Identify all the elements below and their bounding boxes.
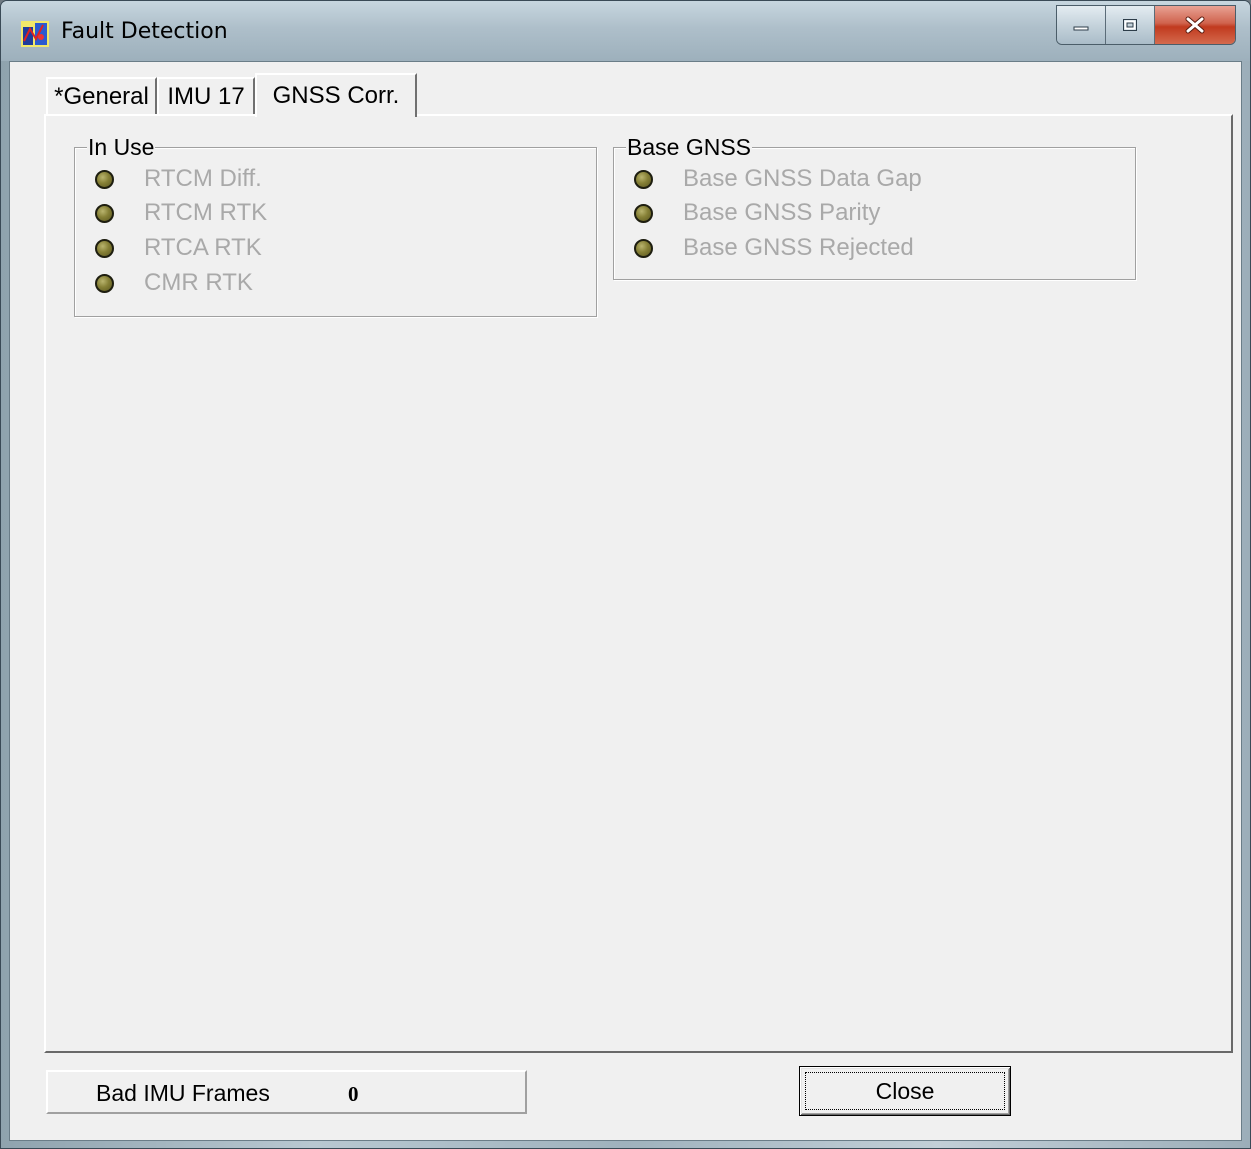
minimize-button[interactable] [1057, 6, 1106, 44]
caption-buttons [1056, 5, 1236, 45]
in-use-group-title: In Use [87, 134, 156, 160]
focus-rectangle [805, 1072, 1005, 1110]
indicator-base-gnss-parity: Base GNSS Parity [634, 198, 880, 228]
indicator-base-gnss-data-gap: Base GNSS Data Gap [634, 164, 922, 194]
status-led-icon [634, 169, 653, 189]
close-icon [1185, 16, 1205, 34]
application-icon[interactable] [21, 21, 49, 47]
status-led-icon [95, 203, 114, 223]
indicator-label: Base GNSS Data Gap [683, 165, 922, 192]
gnss-corr-tab-panel: In Use RTCM Diff. RTCM RTK RTCA RTK CMR … [44, 114, 1233, 1053]
maximize-button[interactable] [1106, 6, 1155, 44]
indicator-base-gnss-rejected: Base GNSS Rejected [634, 233, 914, 263]
maximize-icon [1123, 19, 1137, 31]
tab-gnss-corr-label: GNSS Corr. [272, 82, 400, 109]
tab-gnss-corr[interactable]: GNSS Corr. [255, 73, 417, 117]
in-use-group: In Use RTCM Diff. RTCM RTK RTCA RTK CMR … [74, 134, 597, 317]
tab-imu-17[interactable]: IMU 17 [157, 77, 255, 114]
indicator-label: RTCA RTK [144, 234, 262, 261]
base-gnss-group-title: Base GNSS [626, 134, 752, 160]
close-button[interactable]: Close [799, 1066, 1011, 1116]
indicator-label: RTCM RTK [144, 199, 268, 226]
indicator-label: Base GNSS Rejected [683, 234, 914, 261]
close-window-button[interactable] [1155, 6, 1235, 44]
indicator-cmr-rtk: CMR RTK [95, 268, 253, 298]
fault-detection-window: Fault Detection *General IMU 17 GNSS Cor… [0, 0, 1251, 1149]
indicator-label: Base GNSS Parity [683, 199, 881, 226]
indicator-rtca-rtk: RTCA RTK [95, 233, 262, 263]
tab-imu-17-label: IMU 17 [167, 82, 245, 110]
title-bar[interactable]: Fault Detection [1, 1, 1250, 61]
status-led-icon [634, 203, 653, 223]
base-gnss-group: Base GNSS Base GNSS Data Gap Base GNSS P… [613, 134, 1136, 280]
status-led-icon [95, 169, 114, 189]
minimize-icon [1073, 26, 1089, 31]
indicator-rtcm-rtk: RTCM RTK [95, 198, 267, 228]
dialog-client-area: *General IMU 17 GNSS Corr. In Use RTCM D… [9, 61, 1242, 1141]
status-led-icon [95, 238, 114, 258]
bad-imu-frames-label: Bad IMU Frames [96, 1080, 270, 1106]
window-title: Fault Detection [61, 19, 228, 44]
bad-imu-frames-value: 0 [348, 1082, 359, 1106]
tab-general-label: *General [54, 82, 149, 110]
tab-general[interactable]: *General [46, 77, 157, 114]
bad-imu-frames-panel: Bad IMU Frames 0 [46, 1070, 527, 1114]
status-led-icon [634, 238, 653, 258]
status-led-icon [95, 273, 114, 293]
indicator-rtcm-diff: RTCM Diff. [95, 164, 262, 194]
indicator-label: RTCM Diff. [144, 165, 262, 192]
indicator-label: CMR RTK [144, 269, 253, 296]
